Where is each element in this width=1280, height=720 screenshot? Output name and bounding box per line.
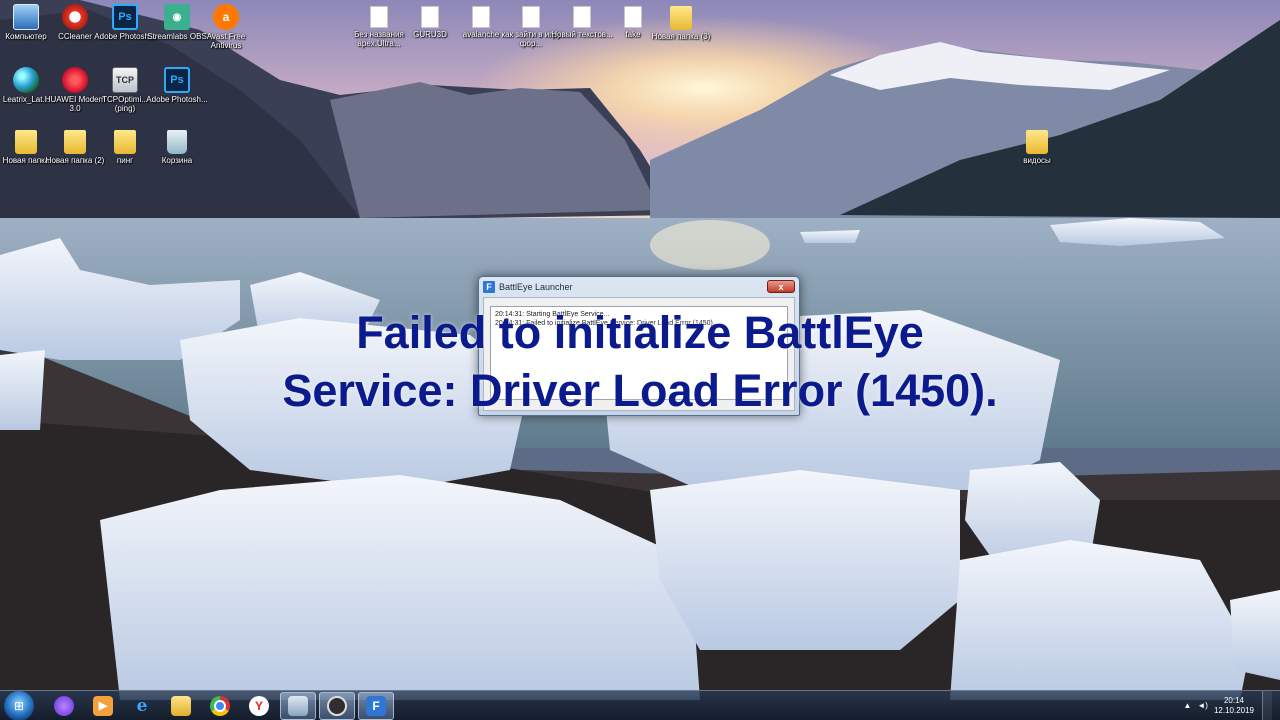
taskbar: ⊞ ▶ e Y F ▲ ◄) 20:14 12.10.2019 <box>0 690 1280 720</box>
taskbar-item-chrome[interactable] <box>202 692 238 720</box>
alice-icon <box>54 695 74 716</box>
battleye-icon: F <box>366 695 386 716</box>
file-explorer-icon <box>171 695 191 716</box>
computer-icon <box>13 4 39 30</box>
volume-icon[interactable]: ◄) <box>1197 701 1208 710</box>
folder-icon <box>64 130 86 154</box>
start-button[interactable]: ⊞ <box>4 690 34 720</box>
document-icon <box>421 6 439 28</box>
folder-icon <box>114 130 136 154</box>
streamlabs-obs-icon: ◉ <box>164 4 190 30</box>
window-title: BattlEye Launcher <box>499 281 573 292</box>
caption-line-2: Service: Driver Load Error (1450). <box>282 365 998 416</box>
document-icon <box>370 6 388 28</box>
photoshop-icon: Ps <box>164 67 190 93</box>
desktop-icon-adobe-photoshop-2[interactable]: Ps Adobe Photosh... <box>145 67 209 104</box>
desktop-icon-recycle-bin[interactable]: Корзина <box>145 130 209 165</box>
obs-icon <box>327 695 347 716</box>
document-icon <box>472 6 490 28</box>
folder-icon <box>670 6 692 30</box>
caption-line-1: Failed to initialize BattlEye <box>356 307 924 358</box>
error-caption-overlay: Failed to initialize BattlEye Service: D… <box>180 304 1100 420</box>
clock-date: 12.10.2019 <box>1213 705 1254 715</box>
desktop-icon-label: Корзина <box>161 156 193 165</box>
clock[interactable]: 20:14 12.10.2019 <box>1214 696 1254 716</box>
document-icon <box>624 6 642 28</box>
photoshop-icon: Ps <box>112 4 138 30</box>
taskbar-item-obs[interactable] <box>319 691 355 720</box>
taskbar-item-media-player[interactable]: ▶ <box>85 692 121 720</box>
ccleaner-icon <box>62 4 88 30</box>
desktop-icon-label: Новая папка (3) <box>651 32 711 41</box>
taskbar-item-battleye-launcher[interactable]: F <box>358 691 394 720</box>
clock-time: 20:14 <box>1223 695 1244 705</box>
tcpoptimizer-icon: TCP <box>112 67 138 93</box>
desktop-icon-videos-folder[interactable]: видосы <box>1005 130 1069 165</box>
document-icon <box>522 6 540 28</box>
desktop-icon-avast[interactable]: a Avast Free Antivirus <box>194 4 258 50</box>
huawei-icon <box>62 67 88 93</box>
media-player-icon: ▶ <box>93 695 113 716</box>
windows-logo-icon: ⊞ <box>13 698 25 713</box>
folder-icon <box>1026 130 1048 154</box>
desktop-icon-label: видосы <box>1023 156 1051 165</box>
show-hidden-icons-arrow-icon[interactable]: ▲ <box>1183 701 1191 710</box>
taskbar-item-window[interactable] <box>280 691 316 720</box>
yandex-browser-icon: Y <box>249 695 269 716</box>
show-desktop-button[interactable] <box>1262 690 1272 720</box>
window-icon <box>288 695 308 716</box>
internet-explorer-icon: e <box>136 695 148 716</box>
taskbar-item-file-explorer[interactable] <box>163 692 199 720</box>
taskbar-item-yandex-browser[interactable]: Y <box>241 692 277 720</box>
avast-icon: a <box>213 4 239 30</box>
chrome-icon <box>210 695 230 716</box>
globe-icon <box>13 67 39 93</box>
recycle-bin-icon <box>167 130 187 154</box>
window-titlebar[interactable]: F BattlEye Launcher x <box>479 277 799 296</box>
system-tray: ▲ ◄) 20:14 12.10.2019 <box>1183 690 1280 720</box>
taskbar-item-internet-explorer[interactable]: e <box>124 692 160 720</box>
desktop-icon-new-folder-3[interactable]: Новая папка (3) <box>649 6 713 41</box>
desktop-icon-label: Adobe Photosh... <box>146 95 208 104</box>
taskbar-item-yandex-alice[interactable] <box>46 692 82 720</box>
battleye-app-icon: F <box>483 280 495 293</box>
folder-icon <box>15 130 37 154</box>
document-icon <box>573 6 591 28</box>
desktop-icon-label: Avast Free Antivirus <box>206 32 246 50</box>
close-button[interactable]: x <box>767 280 795 293</box>
